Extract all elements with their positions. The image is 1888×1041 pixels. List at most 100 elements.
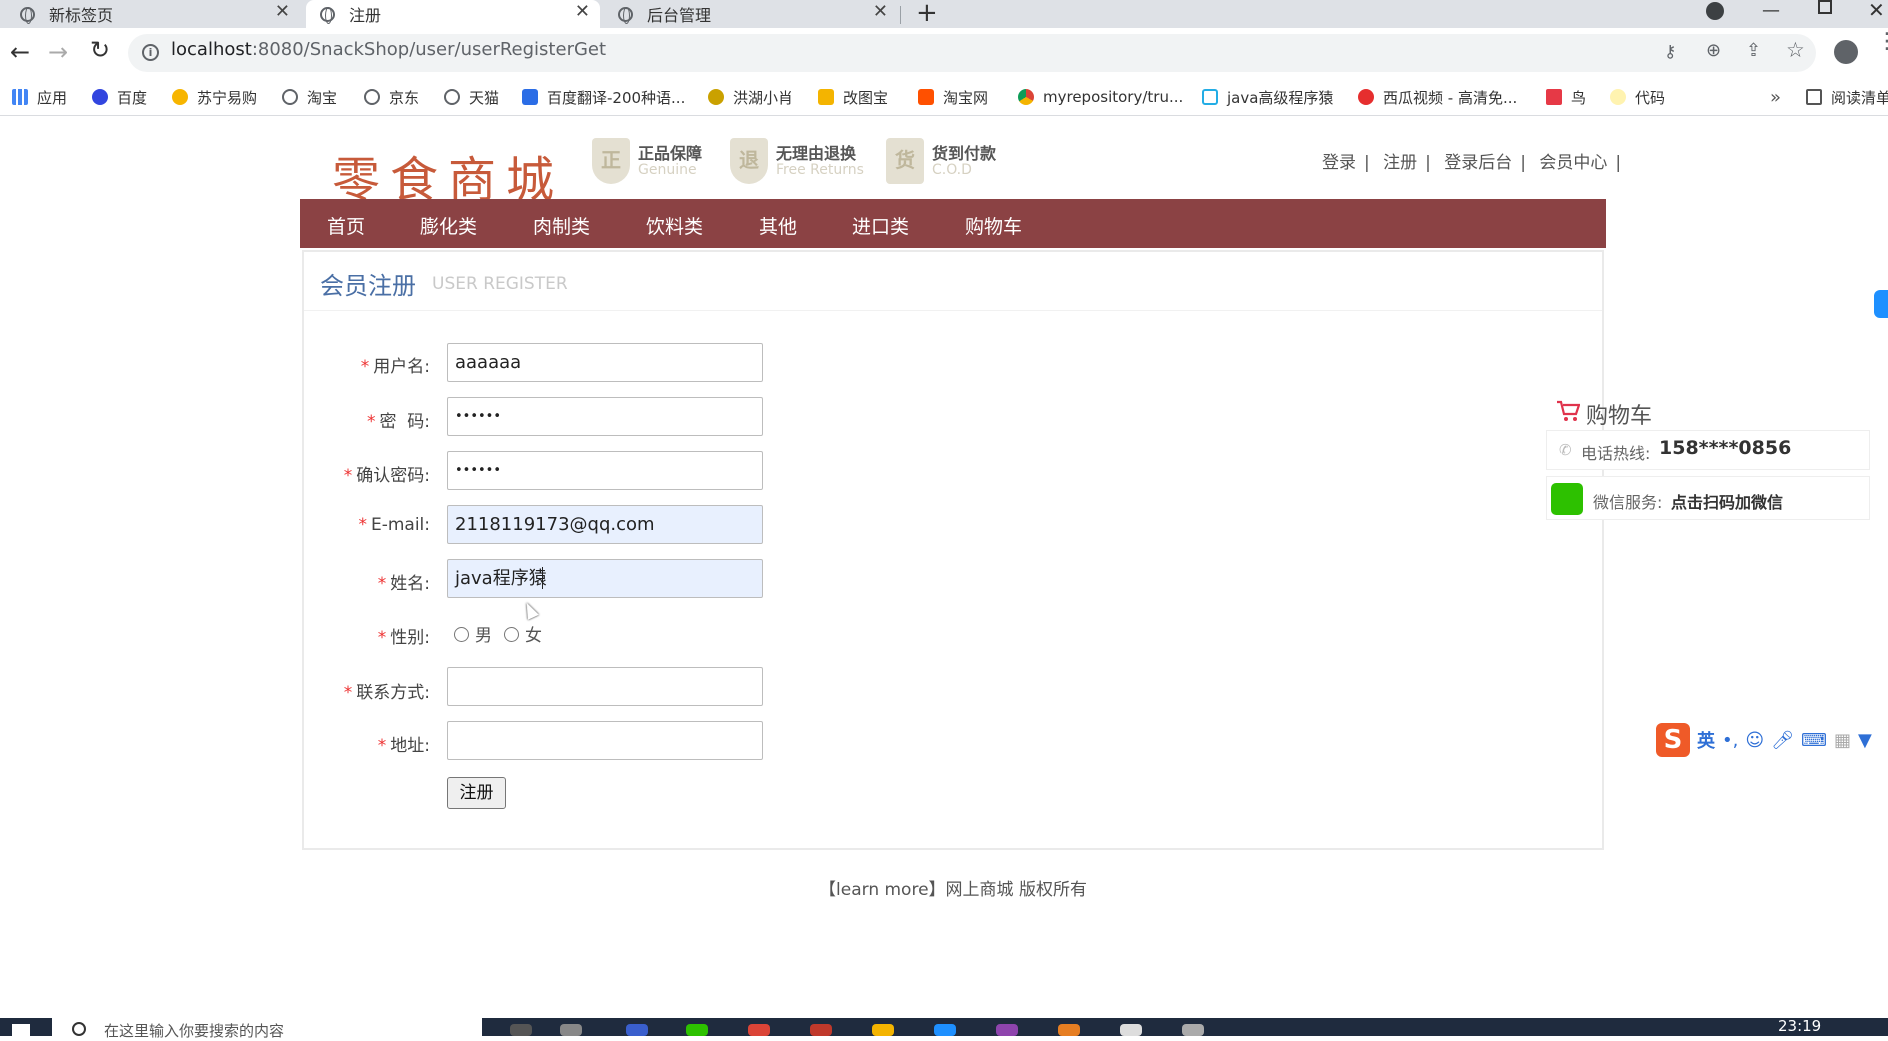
ime-lang[interactable]: 英	[1697, 727, 1715, 753]
bookmark-suning[interactable]: 苏宁易购	[172, 78, 257, 116]
profile-avatar-icon[interactable]	[1834, 40, 1858, 64]
bookmark-honghu[interactable]: 洪湖小肖	[708, 78, 793, 116]
close-tab-icon[interactable]: ✕	[873, 1, 888, 22]
bookmark-code[interactable]: 代码	[1610, 78, 1665, 116]
confirm-password-label: * 确认密码:	[300, 461, 430, 486]
minimize-icon[interactable]: —	[1762, 0, 1780, 21]
skin-shirt-icon[interactable]: ▼	[1858, 730, 1872, 751]
close-tab-icon[interactable]: ✕	[275, 1, 290, 22]
taskbar-app-icon[interactable]	[626, 1024, 648, 1036]
zoom-icon[interactable]: ⊕	[1706, 40, 1721, 61]
taskbar-app-icon[interactable]	[1182, 1024, 1204, 1036]
bookmark-baidu-translate[interactable]: 百度翻译-200种语...	[522, 78, 685, 116]
nav-cart[interactable]: 购物车	[965, 212, 1022, 239]
phone-icon: ✆	[1559, 441, 1572, 459]
reload-icon[interactable]: ↻	[90, 36, 110, 64]
promo-subtitle: Free Returns	[776, 162, 864, 178]
member-center-link[interactable]: 会员中心	[1539, 153, 1607, 173]
wechat-value[interactable]: 点击扫码加微信	[1671, 489, 1783, 513]
url-text: localhost:8080/SnackShop/user/userRegist…	[171, 39, 606, 60]
chrome-taskbar-icon[interactable]	[748, 1024, 770, 1036]
back-arrow-icon[interactable]: ←	[10, 38, 30, 66]
reading-list[interactable]: 阅读清单	[1806, 78, 1888, 116]
sogou-logo-icon[interactable]: S	[1656, 723, 1690, 757]
bookmark-apps[interactable]: 应用	[12, 78, 67, 116]
suning-icon	[172, 89, 188, 105]
bookmark-baidu[interactable]: 百度	[92, 78, 147, 116]
username-label: * 用户名:	[300, 352, 430, 377]
bookmark-xigua[interactable]: 西瓜视频 - 高清免...	[1358, 78, 1517, 116]
side-floating-tab[interactable]	[1874, 290, 1888, 318]
ime-toolbar: S 英 •, ☺ 🎤︎ ⌨ ▦ ▼	[1656, 722, 1872, 758]
gaitubao-icon	[818, 89, 834, 105]
close-window-icon[interactable]: ✕	[1868, 0, 1885, 22]
required-mark: *	[366, 412, 376, 432]
toolbox-icon[interactable]: ▦	[1834, 730, 1851, 751]
mic-icon[interactable]: 🎤︎	[1771, 730, 1794, 751]
chrome-icon	[1018, 89, 1034, 105]
taskbar-app-icon[interactable]	[686, 1024, 708, 1036]
side-cart-label[interactable]: 购物车	[1586, 398, 1652, 430]
contact-label: * 联系方式:	[300, 678, 430, 703]
bookmark-label: 改图宝	[843, 88, 889, 107]
taskbar-clock[interactable]: 23:19	[1778, 1017, 1821, 1035]
gift-box-icon: 货	[886, 138, 924, 184]
nav-other[interactable]: 其他	[759, 212, 797, 239]
bookmark-label: 代码	[1635, 88, 1666, 107]
windows-start-icon[interactable]	[12, 1024, 30, 1036]
info-icon[interactable]: i	[142, 44, 159, 61]
bookmark-gaitubao[interactable]: 改图宝	[818, 78, 888, 116]
bookmark-myrepository[interactable]: myrepository/tru...	[1018, 78, 1183, 116]
email-input[interactable]: 2118119173@qq.com	[447, 505, 763, 544]
keyboard-icon[interactable]: ⌨	[1801, 730, 1827, 751]
gender-male-radio[interactable]	[454, 627, 469, 642]
bookmark-bird[interactable]: 鸟	[1546, 78, 1586, 116]
task-view-icon[interactable]	[510, 1024, 532, 1036]
taskbar-app-icon[interactable]	[810, 1024, 832, 1036]
bookmark-taobao[interactable]: 淘宝	[282, 78, 337, 116]
gender-female-radio[interactable]	[504, 627, 519, 642]
tab-search-icon[interactable]	[1706, 2, 1724, 20]
restore-icon[interactable]	[1818, 0, 1832, 14]
nav-home[interactable]: 首页	[327, 212, 365, 239]
bookmark-taobao-net[interactable]: 淘宝网	[918, 78, 988, 116]
bookmark-star-icon[interactable]: ☆	[1786, 38, 1805, 62]
register-submit-button[interactable]: 注册	[447, 777, 506, 809]
taskbar-app-icon[interactable]	[996, 1024, 1018, 1036]
bookmark-java[interactable]: java高级程序猿	[1202, 78, 1333, 116]
nav-imported[interactable]: 进口类	[852, 212, 909, 239]
tab-admin[interactable]: 后台管理 ✕	[604, 0, 898, 28]
tab-register[interactable]: 注册 ✕	[306, 0, 600, 28]
nav-drinks[interactable]: 饮料类	[646, 212, 703, 239]
register-link[interactable]: 注册	[1383, 153, 1417, 173]
login-link[interactable]: 登录	[1322, 153, 1356, 173]
bookmark-jd[interactable]: 京东	[364, 78, 419, 116]
admin-login-link[interactable]: 登录后台	[1444, 153, 1512, 173]
more-bookmarks-chevron-icon[interactable]: »	[1770, 78, 1781, 116]
taskbar-app-icon[interactable]	[1058, 1024, 1080, 1036]
nav-puffed[interactable]: 膨化类	[420, 212, 477, 239]
confirm-password-input[interactable]: ••••••	[447, 451, 763, 490]
menu-kebab-icon[interactable]: ⋮	[1876, 31, 1888, 53]
taskbar-app-icon[interactable]	[560, 1024, 582, 1036]
password-input[interactable]: ••••••	[447, 397, 763, 436]
username-input[interactable]: aaaaaa	[447, 343, 763, 382]
share-icon[interactable]: ⇪	[1746, 40, 1761, 61]
ime-punct[interactable]: •,	[1722, 730, 1738, 751]
key-icon[interactable]: ⚷	[1664, 42, 1676, 62]
bookmark-tmall[interactable]: 天猫	[444, 78, 499, 116]
label-text: 用户名:	[373, 357, 430, 377]
forward-arrow-icon[interactable]: →	[48, 38, 68, 66]
contact-input[interactable]	[447, 667, 763, 706]
name-input[interactable]: java程序猿	[447, 559, 763, 598]
address-input[interactable]	[447, 721, 763, 760]
password-label: * 密 码:	[300, 407, 430, 432]
tab-new-tab[interactable]: 新标签页 ✕	[0, 0, 300, 28]
file-explorer-icon[interactable]	[872, 1024, 894, 1036]
taskbar-app-icon[interactable]	[934, 1024, 956, 1036]
new-tab-plus-icon[interactable]: +	[916, 0, 938, 28]
emoji-icon[interactable]: ☺	[1745, 730, 1764, 751]
nav-meat[interactable]: 肉制类	[533, 212, 590, 239]
close-tab-icon[interactable]: ✕	[575, 1, 590, 22]
taskbar-app-icon[interactable]	[1120, 1024, 1142, 1036]
